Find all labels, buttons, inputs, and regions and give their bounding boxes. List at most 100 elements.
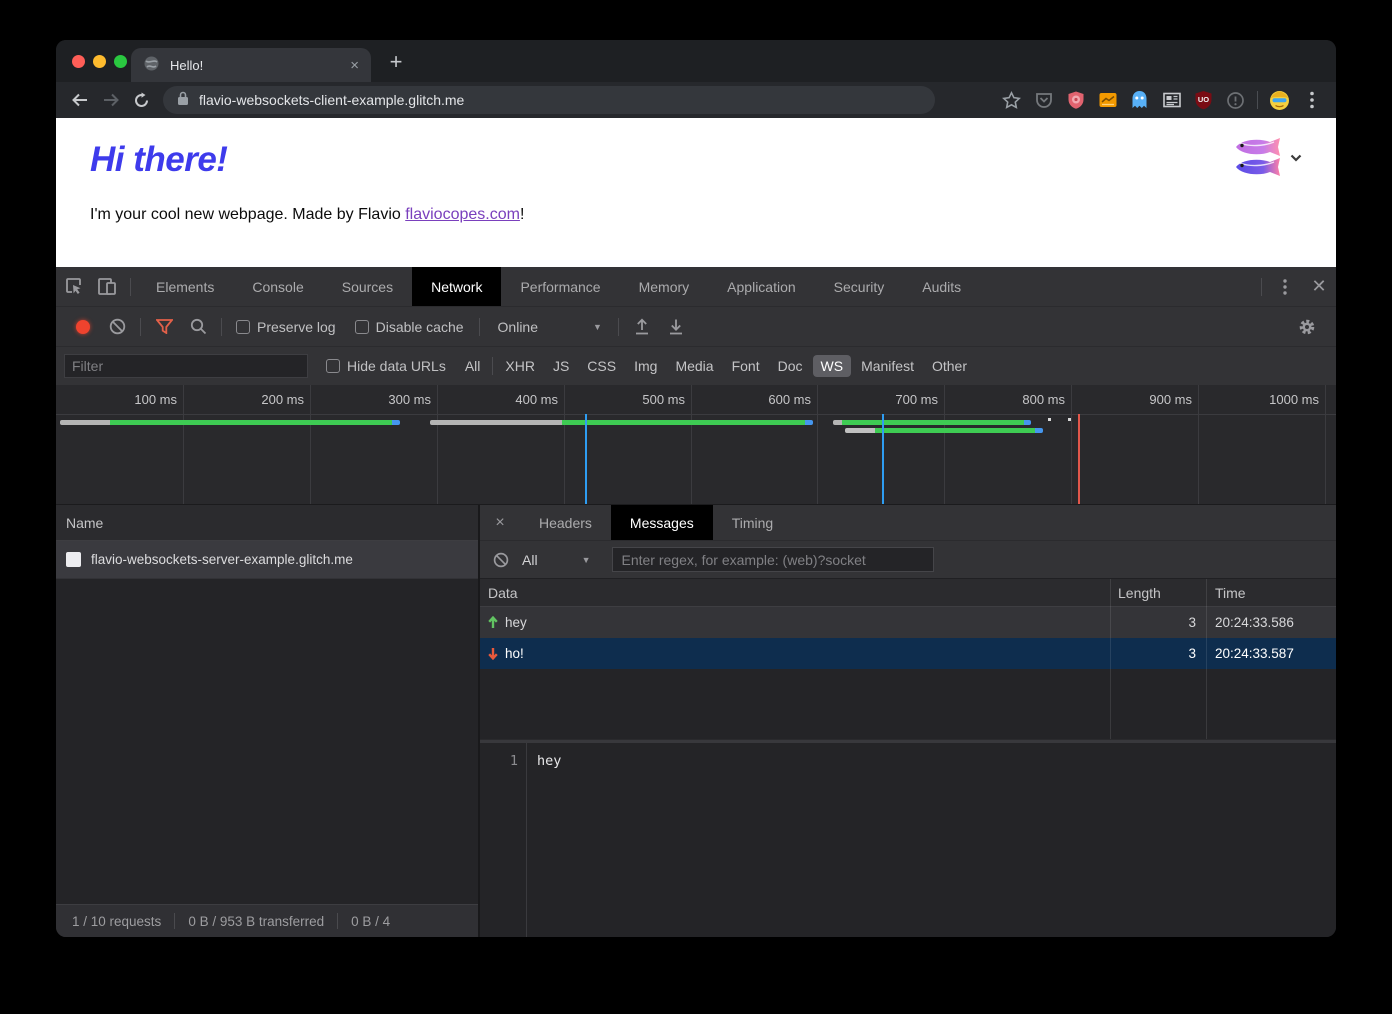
timeline-tick-label: 500 ms [642, 392, 691, 407]
message-data: ho! [505, 646, 524, 661]
column-header-length[interactable]: Length [1110, 585, 1206, 601]
requests-panel: Name flavio-websockets-server-example.gl… [56, 505, 480, 937]
page-heading: Hi there! [90, 140, 227, 180]
message-regex-input[interactable] [612, 547, 934, 572]
websocket-resource-icon [66, 552, 81, 567]
throttling-select[interactable]: Online [498, 319, 538, 335]
timeline-gridline [1198, 385, 1199, 504]
ghostery-extension-icon[interactable] [1129, 90, 1150, 111]
browser-menu-kebab-icon[interactable] [1301, 90, 1322, 111]
devtools-close-icon[interactable]: ✕ [1302, 267, 1336, 306]
waterfall-bar [833, 420, 1031, 425]
filter-type-all[interactable]: All [457, 355, 489, 377]
ublock-extension-icon[interactable]: UO [1193, 90, 1214, 111]
toolbar-separator [130, 278, 131, 296]
message-row-sent[interactable]: hey 3 20:24:33.586 [480, 607, 1336, 638]
close-detail-icon[interactable]: × [480, 514, 520, 532]
filter-type-img[interactable]: Img [626, 355, 665, 377]
status-separator [174, 913, 175, 929]
minimize-window-button[interactable] [93, 55, 106, 68]
filter-type-other[interactable]: Other [924, 355, 975, 377]
tab-network[interactable]: Network [412, 267, 501, 306]
reload-button[interactable] [126, 85, 157, 115]
timeline-tick-label: 700 ms [895, 392, 944, 407]
detail-tab-bar: × Headers Messages Timing [480, 505, 1336, 541]
network-main: Name flavio-websockets-server-example.gl… [56, 505, 1336, 937]
devtools-tab-bar: Elements Console Sources Network Perform… [56, 267, 1336, 307]
filter-type-css[interactable]: CSS [579, 355, 624, 377]
info-extension-icon[interactable] [1225, 90, 1246, 111]
tab-close-icon[interactable]: × [350, 57, 359, 74]
tab-application[interactable]: Application [708, 267, 815, 306]
message-row-received[interactable]: ho! 3 20:24:33.587 [480, 638, 1336, 669]
resources-size: 0 B / 4 [351, 914, 390, 929]
filter-type-doc[interactable]: Doc [770, 355, 811, 377]
filter-type-font[interactable]: Font [724, 355, 768, 377]
tab-sources[interactable]: Sources [323, 267, 412, 306]
load-event-line [585, 414, 587, 504]
export-har-icon[interactable] [659, 307, 693, 346]
requests-name-header[interactable]: Name [56, 505, 478, 541]
tab-headers[interactable]: Headers [520, 505, 611, 540]
browser-tab[interactable]: Hello! × [131, 48, 371, 82]
devtools-menu-kebab-icon[interactable] [1268, 267, 1302, 306]
message-preview-content[interactable]: hey [527, 743, 561, 937]
tab-console[interactable]: Console [233, 267, 322, 306]
screen-background: Hello! × + flavio-websockets-client-exam… [0, 0, 1392, 1014]
import-har-icon[interactable] [625, 307, 659, 346]
filter-funnel-icon[interactable] [147, 307, 181, 346]
throttling-caret-icon[interactable]: ▼ [593, 322, 602, 332]
device-toolbar-icon[interactable] [90, 267, 124, 306]
forward-button[interactable] [95, 85, 126, 115]
filter-type-manifest[interactable]: Manifest [853, 355, 922, 377]
filter-type-js[interactable]: JS [545, 355, 577, 377]
column-header-data[interactable]: Data [480, 585, 1110, 601]
tab-messages[interactable]: Messages [611, 505, 713, 540]
search-icon[interactable] [181, 307, 215, 346]
filter-type-media[interactable]: Media [667, 355, 721, 377]
tab-security[interactable]: Security [815, 267, 904, 306]
network-overview[interactable]: 100 ms200 ms300 ms400 ms500 ms600 ms700 … [56, 385, 1336, 505]
disable-cache-checkbox[interactable] [355, 320, 369, 334]
address-bar[interactable]: flavio-websockets-client-example.glitch.… [163, 86, 935, 114]
direction-filter-caret-icon[interactable]: ▼ [582, 555, 591, 565]
waterfall-dot [1068, 418, 1071, 421]
tab-performance[interactable]: Performance [501, 267, 619, 306]
timeline-gridline [817, 385, 818, 504]
flaviocopes-link[interactable]: flaviocopes.com [405, 206, 520, 223]
bookmark-star-icon[interactable] [1001, 90, 1022, 111]
new-tab-button[interactable]: + [378, 44, 414, 80]
request-row[interactable]: flavio-websockets-server-example.glitch.… [56, 541, 478, 579]
record-button[interactable] [76, 320, 90, 334]
preserve-log-checkbox[interactable] [236, 320, 250, 334]
hide-data-urls-checkbox[interactable] [326, 359, 340, 373]
analytics-extension-icon[interactable] [1097, 90, 1118, 111]
pocket-extension-icon[interactable] [1033, 90, 1054, 111]
tab-timing[interactable]: Timing [713, 505, 793, 540]
privacy-badger-extension-icon[interactable] [1065, 90, 1086, 111]
network-filter-bar: Hide data URLs All XHR JS CSS Img Media … [56, 347, 1336, 385]
direction-filter-select[interactable]: All [522, 552, 538, 568]
tab-elements[interactable]: Elements [137, 267, 233, 306]
close-window-button[interactable] [72, 55, 85, 68]
waterfall-bar [845, 428, 1043, 433]
newspaper-extension-icon[interactable] [1161, 90, 1182, 111]
glitch-fish-button[interactable] [1234, 136, 1302, 180]
overview-divider [56, 414, 1336, 415]
filter-input[interactable] [64, 354, 308, 378]
settings-gear-icon[interactable] [1290, 307, 1324, 346]
messages-filter-bar: All ▼ [480, 541, 1336, 579]
profile-avatar[interactable] [1269, 90, 1290, 111]
tab-memory[interactable]: Memory [620, 267, 709, 306]
zoom-window-button[interactable] [114, 55, 127, 68]
inspect-element-icon[interactable] [56, 267, 90, 306]
back-button[interactable] [64, 85, 95, 115]
tab-audits[interactable]: Audits [903, 267, 980, 306]
network-status-bar: 1 / 10 requests 0 B / 953 B transferred … [56, 904, 478, 937]
ublock-label: UO [1193, 95, 1214, 104]
column-header-time[interactable]: Time [1206, 585, 1336, 601]
filter-type-ws[interactable]: WS [813, 355, 852, 377]
filter-type-xhr[interactable]: XHR [497, 355, 543, 377]
clear-icon[interactable] [100, 307, 134, 346]
clear-messages-icon[interactable] [480, 541, 522, 578]
